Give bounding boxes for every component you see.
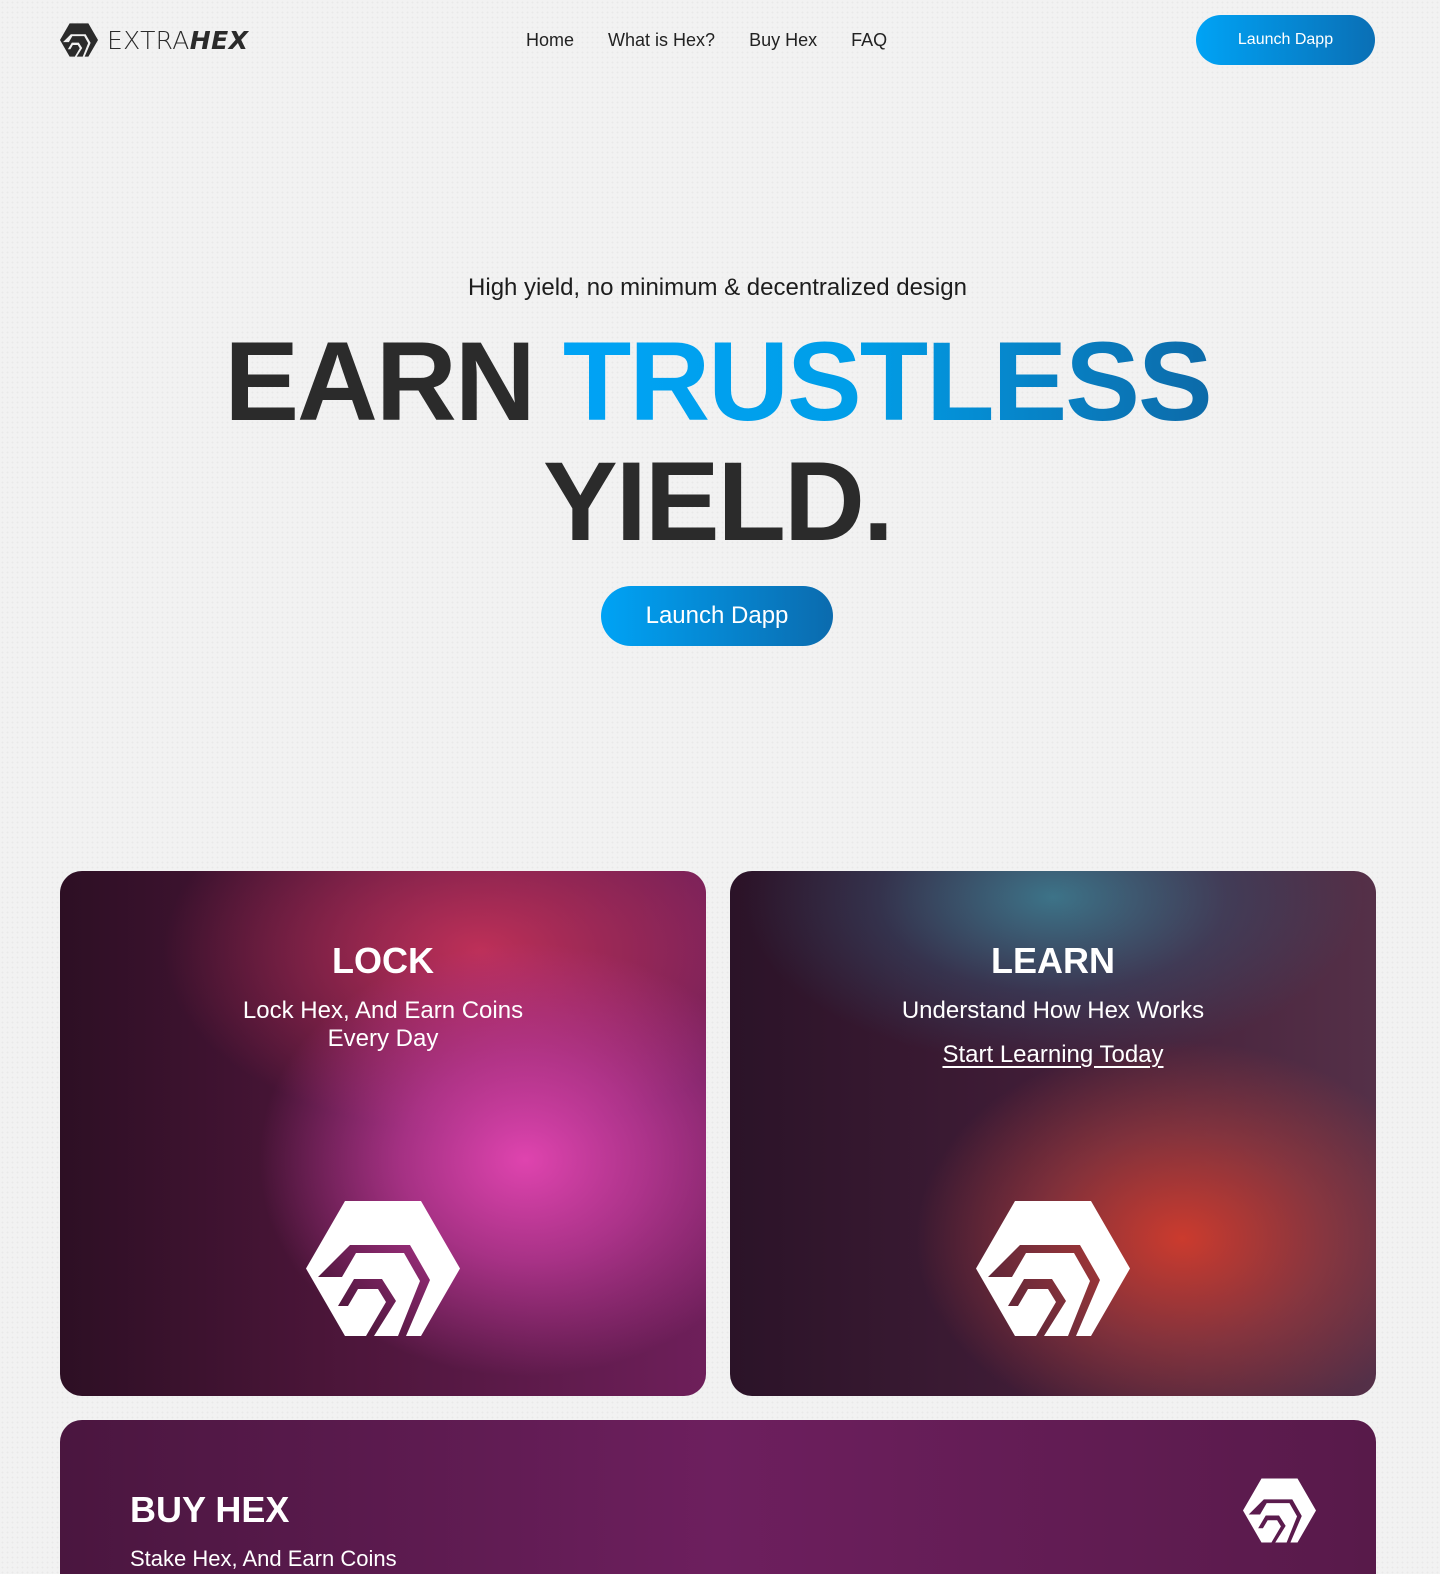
hero-title-trustless: TRUSTLESS bbox=[562, 319, 1213, 444]
hero-subtitle: High yield, no minimum & decentralized d… bbox=[468, 274, 967, 301]
hex-logo-icon bbox=[60, 22, 98, 58]
lock-card-desc-line1: Lock Hex, And Earn Coins bbox=[242, 997, 524, 1024]
hero-launch-dapp-button[interactable]: Launch Dapp bbox=[601, 586, 833, 646]
start-learning-link[interactable]: Start Learning Today bbox=[730, 1041, 1376, 1069]
nav-faq-link[interactable]: FAQ bbox=[851, 28, 887, 52]
hero-title-earn: EARN bbox=[224, 319, 535, 444]
hero-title-yield: YIELD. bbox=[543, 439, 894, 564]
hex-logo-icon bbox=[1243, 1478, 1316, 1543]
header-launch-dapp-button[interactable]: Launch Dapp bbox=[1196, 15, 1375, 65]
nav-buy-hex-link[interactable]: Buy Hex bbox=[749, 28, 817, 52]
brand-name-bold: HEX bbox=[189, 25, 249, 55]
learn-card[interactable]: LEARN Understand How Hex Works Start Lea… bbox=[730, 871, 1376, 1396]
hero-title: EARN TRUSTLESS YIELD. bbox=[0, 322, 1435, 562]
buy-card-desc: Stake Hex, And Earn Coins bbox=[130, 1546, 397, 1571]
learn-card-title: LEARN bbox=[991, 940, 1115, 981]
brand-name: EXTRAHEX bbox=[107, 28, 249, 53]
nav-home-link[interactable]: Home bbox=[526, 28, 574, 52]
brand-logo[interactable]: EXTRAHEX bbox=[60, 22, 249, 58]
buy-hex-card[interactable]: BUY HEX Stake Hex, And Earn Coins bbox=[60, 1420, 1376, 1574]
hex-logo-icon bbox=[976, 1201, 1130, 1336]
learn-card-desc: Understand How Hex Works bbox=[901, 997, 1205, 1024]
lock-card-title: LOCK bbox=[332, 940, 434, 981]
brand-name-light: EXTRA bbox=[107, 25, 190, 55]
site-header: EXTRAHEX Home What is Hex? Buy Hex FAQ L… bbox=[0, 0, 1440, 80]
buy-card-title: BUY HEX bbox=[130, 1489, 290, 1530]
lock-card-desc-line2: Every Day bbox=[327, 1025, 439, 1052]
hex-logo-icon bbox=[306, 1201, 460, 1336]
main-nav: Home What is Hex? Buy Hex FAQ bbox=[526, 28, 887, 52]
nav-what-is-hex-link[interactable]: What is Hex? bbox=[608, 28, 715, 52]
lock-card[interactable]: LOCK Lock Hex, And Earn Coins Every Day bbox=[60, 871, 706, 1396]
